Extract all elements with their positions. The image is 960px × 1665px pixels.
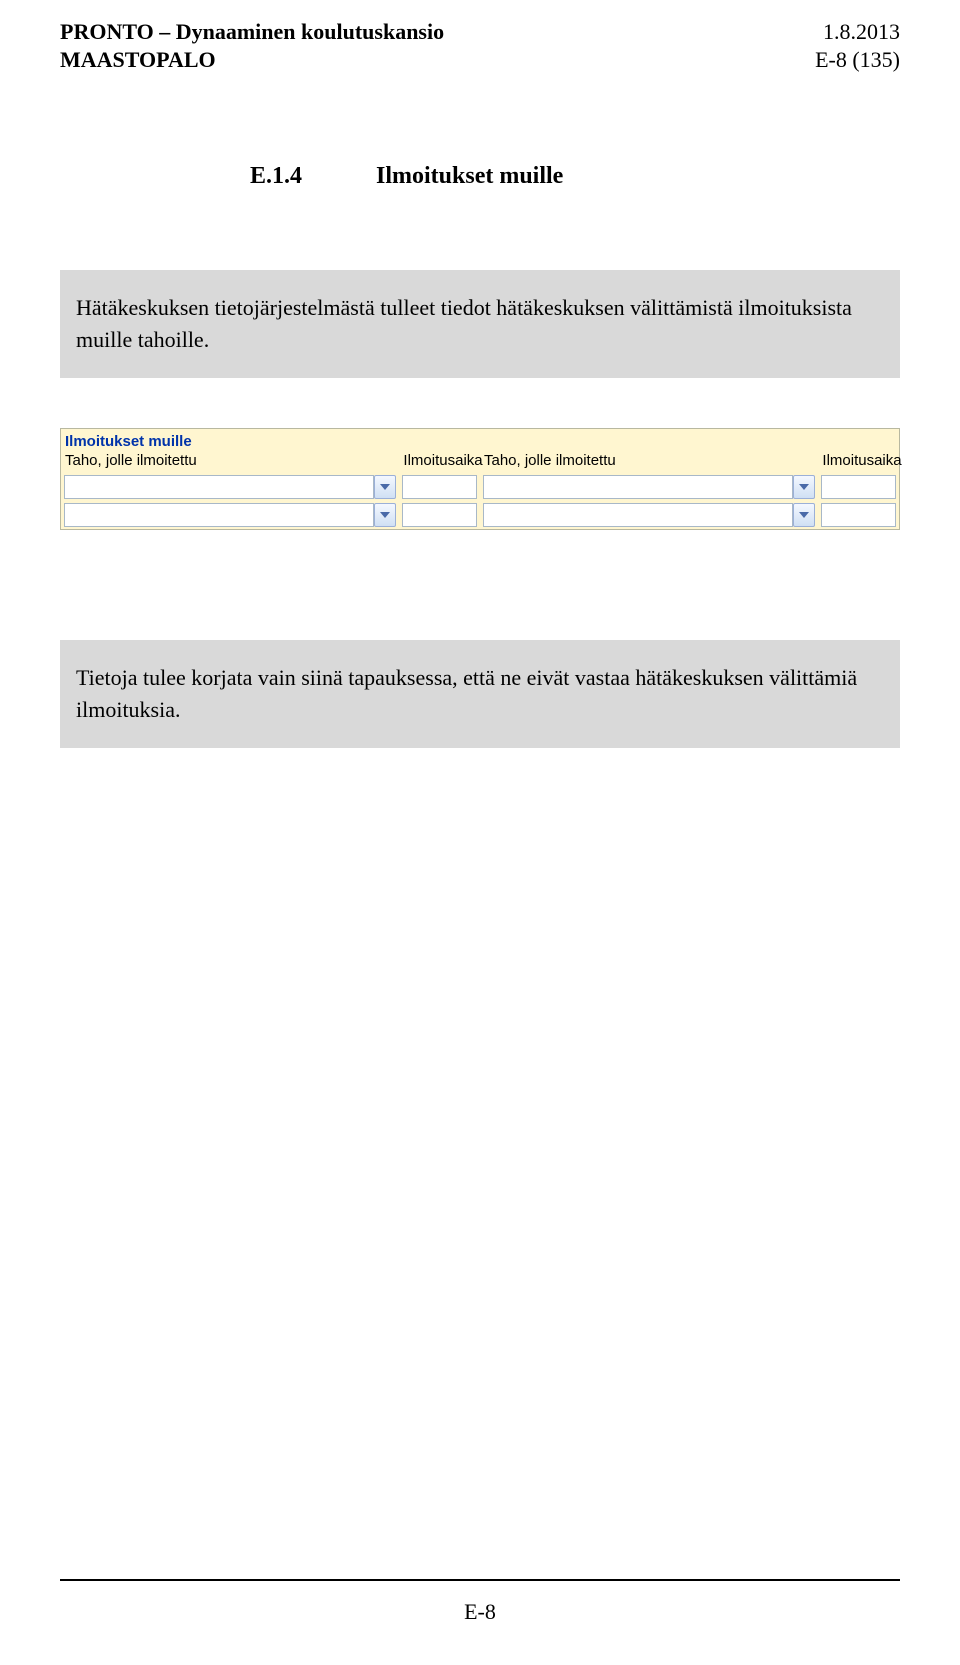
note-text: Tietoja tulee korjata vain siinä tapauks…: [76, 665, 857, 722]
doc-title-line1: PRONTO – Dynaaminen koulutuskansio: [60, 18, 444, 46]
page-footer: E-8: [60, 1571, 900, 1625]
aika1-input[interactable]: [402, 503, 477, 527]
note-box: Tietoja tulee korjata vain siinä tapauks…: [60, 640, 900, 748]
section-title: Ilmoitukset muille: [376, 163, 563, 189]
col-header-taho1: Taho, jolle ilmoitettu: [61, 450, 399, 473]
page-header: PRONTO – Dynaaminen koulutuskansio MAAST…: [60, 18, 900, 73]
form-title: Ilmoitukset muille: [61, 429, 899, 450]
doc-date: 1.8.2013: [815, 18, 900, 46]
chevron-down-icon[interactable]: [374, 503, 396, 527]
taho1-combo: [64, 475, 396, 499]
doc-page-ref: E-8 (135): [815, 46, 900, 74]
taho2-input[interactable]: [483, 475, 793, 499]
intro-box: Hätäkeskuksen tietojärjestelmästä tullee…: [60, 270, 900, 378]
intro-text: Hätäkeskuksen tietojärjestelmästä tullee…: [76, 295, 852, 352]
doc-title-line2: MAASTOPALO: [60, 46, 444, 74]
table-row: [61, 501, 899, 529]
footer-page-number: E-8: [60, 1599, 900, 1625]
header-left: PRONTO – Dynaaminen koulutuskansio MAAST…: [60, 18, 444, 73]
taho2-input[interactable]: [483, 503, 793, 527]
header-right: 1.8.2013 E-8 (135): [815, 18, 900, 73]
aika1-input[interactable]: [402, 475, 477, 499]
form-panel: Ilmoitukset muille Taho, jolle ilmoitett…: [60, 428, 900, 530]
col-header-aika1: Ilmoitusaika: [399, 450, 480, 473]
chevron-down-icon[interactable]: [793, 475, 815, 499]
section-heading: E.1.4 Ilmoitukset muille: [250, 163, 900, 190]
col-header-aika2: Ilmoitusaika: [818, 450, 899, 473]
taho2-combo: [483, 475, 815, 499]
aika2-input[interactable]: [821, 475, 896, 499]
document-page: PRONTO – Dynaaminen koulutuskansio MAAST…: [0, 0, 960, 1665]
table-row: [61, 473, 899, 501]
taho1-input[interactable]: [64, 503, 374, 527]
aika2-input[interactable]: [821, 503, 896, 527]
taho2-combo: [483, 503, 815, 527]
chevron-down-icon[interactable]: [374, 475, 396, 499]
footer-divider: [60, 1579, 900, 1581]
chevron-down-icon[interactable]: [793, 503, 815, 527]
col-header-taho2: Taho, jolle ilmoitettu: [480, 450, 818, 473]
taho1-input[interactable]: [64, 475, 374, 499]
taho1-combo: [64, 503, 396, 527]
table-header-row: Taho, jolle ilmoitettu Ilmoitusaika Taho…: [61, 450, 899, 473]
form-table: Taho, jolle ilmoitettu Ilmoitusaika Taho…: [61, 450, 899, 529]
section-number: E.1.4: [250, 163, 370, 190]
